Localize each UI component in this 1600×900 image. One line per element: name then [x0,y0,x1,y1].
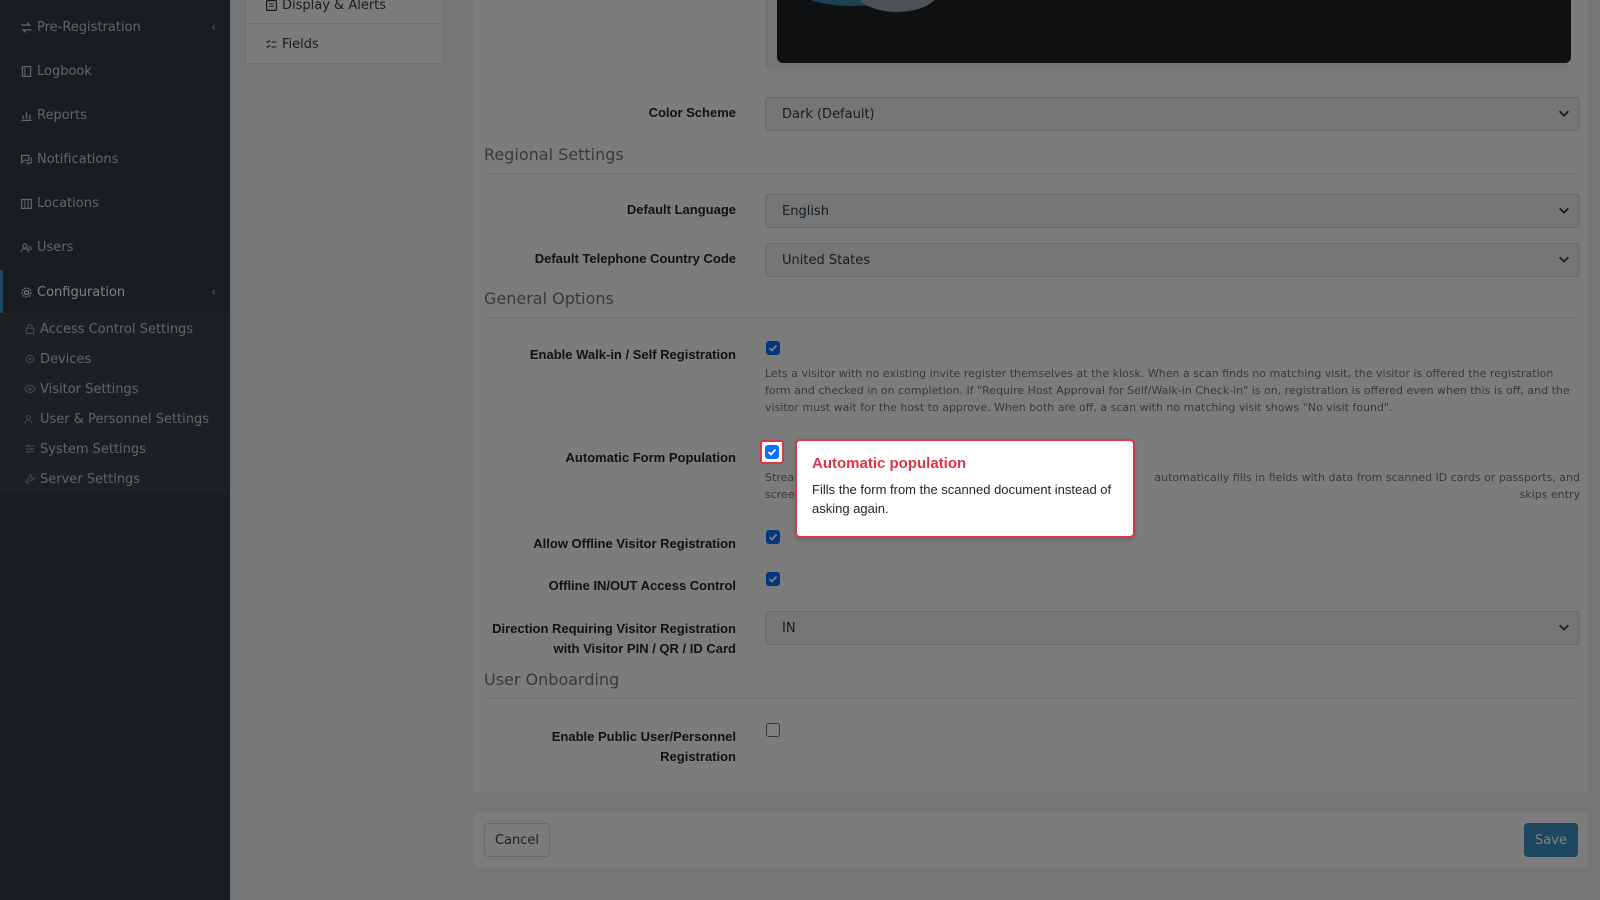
sidebar-item-label: Pre-Registration [37,19,141,35]
auto-form-help-text-end: automatically fills in fields with data … [1154,471,1580,501]
sidebar-subitem-devices[interactable]: Devices [0,344,230,374]
sidebar-subitem-visitor-settings[interactable]: Visitor Settings [0,374,230,404]
sidebar-subitem-label: User & Personnel Settings [40,411,210,427]
tour-tooltip: Automatic population Fills the form from… [795,439,1135,538]
select-value: United States [782,252,871,268]
sidebar-item-reports[interactable]: Reports [0,93,230,137]
chevron-left-icon: ‹ [211,285,216,299]
chevron-down-icon [1559,624,1569,631]
chat-icon [19,152,33,166]
offline-registration-checkbox[interactable] [766,530,780,544]
settings-section-menu: Display & Alerts Fields [245,0,444,64]
sidebar-subitem-label: Access Control Settings [40,321,194,337]
sidebar-item-label: Reports [37,107,87,123]
sidebar-item-label: Logbook [37,63,92,79]
save-button[interactable]: Save [1524,823,1578,857]
direction-label-line: with Visitor PIN / QR / ID Card [553,641,736,656]
sidebar-item-label: Notifications [37,151,119,167]
highlighted-auto-form-checkbox[interactable] [760,440,784,464]
section-heading-regional: Regional Settings [484,145,1579,174]
chevron-down-icon [1559,256,1569,263]
chevron-left-icon: ‹ [211,20,216,34]
sidebar-item-locations[interactable]: Locations [0,181,230,225]
tooltip-body: Fills the form from the scanned document… [812,482,1112,516]
theme-preview-image [777,0,1571,63]
building-icon [19,196,33,210]
check-icon [767,448,777,456]
check-icon [768,575,778,583]
sidebar-subitem-label: Devices [40,351,92,367]
lock-icon [23,323,36,336]
direction-select[interactable]: IN [765,611,1580,645]
form-footer [474,812,1588,868]
configuration-submenu: Access Control Settings Devices Visitor … [0,313,230,494]
sidebar-subitem-system-settings[interactable]: System Settings [0,434,230,464]
select-value: IN [782,620,796,636]
color-scheme-select[interactable]: Dark (Default) [765,97,1580,131]
sidebar-subitem-label: Visitor Settings [40,381,139,397]
country-code-label: Default Telephone Country Code [534,251,736,266]
devices-icon [23,353,36,366]
sidebar-item-logbook[interactable]: Logbook [0,49,230,93]
menu-item-display-alerts[interactable]: Display & Alerts [246,0,443,25]
walkin-label: Enable Walk-in / Self Registration [529,347,736,362]
swap-arrows-icon [19,20,33,34]
direction-label-line: Direction Requiring Visitor Registration [492,621,736,636]
wrench-icon [23,473,36,486]
sidebar-subitem-server-settings[interactable]: Server Settings [0,464,230,494]
book-icon [19,64,33,78]
preview-shape [857,0,937,12]
menu-item-fields[interactable]: Fields [246,24,443,64]
gear-icon [19,285,33,299]
section-heading-general: General Options [484,289,1579,318]
cancel-button[interactable]: Cancel [484,823,550,857]
public-registration-label-line: Enable Public User/Personnel [551,729,736,744]
sidebar-item-notifications[interactable]: Notifications [0,137,230,181]
sidebar-item-label: Users [37,239,74,255]
menu-item-label: Fields [282,36,319,52]
check-icon [768,344,778,352]
public-registration-label-line: Registration [660,749,736,764]
checklist-icon [264,37,278,51]
display-icon [264,0,278,12]
walkin-checkbox[interactable] [766,341,780,355]
auto-form-label: Automatic Form Population [565,450,736,465]
menu-item-label: Display & Alerts [282,0,387,13]
chevron-down-icon [1559,110,1569,117]
select-value: English [782,203,829,219]
default-language-label: Default Language [626,202,736,217]
sidebar-subitem-label: Server Settings [40,471,141,487]
sliders-icon [23,443,36,456]
eye-icon [23,383,36,396]
public-registration-checkbox[interactable] [766,723,780,737]
color-scheme-label: Color Scheme [648,105,736,120]
walkin-help-text: Lets a visitor with no existing invite r… [765,367,1570,414]
check-icon [768,533,778,541]
users-icon [23,413,36,426]
sidebar-item-pre-registration[interactable]: Pre-Registration ‹ [0,5,230,49]
offline-access-label: Offline IN/OUT Access Control [548,578,736,593]
public-registration-label: Enable Public User/Personnel Registratio… [476,727,736,767]
offline-access-checkbox[interactable] [766,572,780,586]
sidebar-item-label: Locations [37,195,99,211]
tooltip-title: Automatic population [812,455,967,472]
chart-icon [19,108,33,122]
country-code-select[interactable]: United States [765,243,1580,277]
section-heading-onboarding: User Onboarding [484,670,1579,699]
default-language-select[interactable]: English [765,194,1580,228]
sidebar-subitem-user-personnel[interactable]: User & Personnel Settings [0,404,230,434]
users-icon [19,240,33,254]
sidebar-item-users[interactable]: Users [0,225,230,269]
sidebar-subitem-access-control[interactable]: Access Control Settings [0,314,230,344]
sidebar-subitem-label: System Settings [40,441,146,457]
sidebar: Pre-Registration ‹ Logbook Reports Notif… [0,0,230,900]
auto-form-checkbox[interactable] [765,445,779,459]
direction-label: Direction Requiring Visitor Registration… [476,619,736,659]
select-value: Dark (Default) [782,106,875,122]
chevron-down-icon [1559,207,1569,214]
sidebar-item-configuration[interactable]: Configuration ‹ [0,270,230,314]
offline-registration-label: Allow Offline Visitor Registration [533,536,736,551]
sidebar-item-label: Configuration [37,284,126,300]
